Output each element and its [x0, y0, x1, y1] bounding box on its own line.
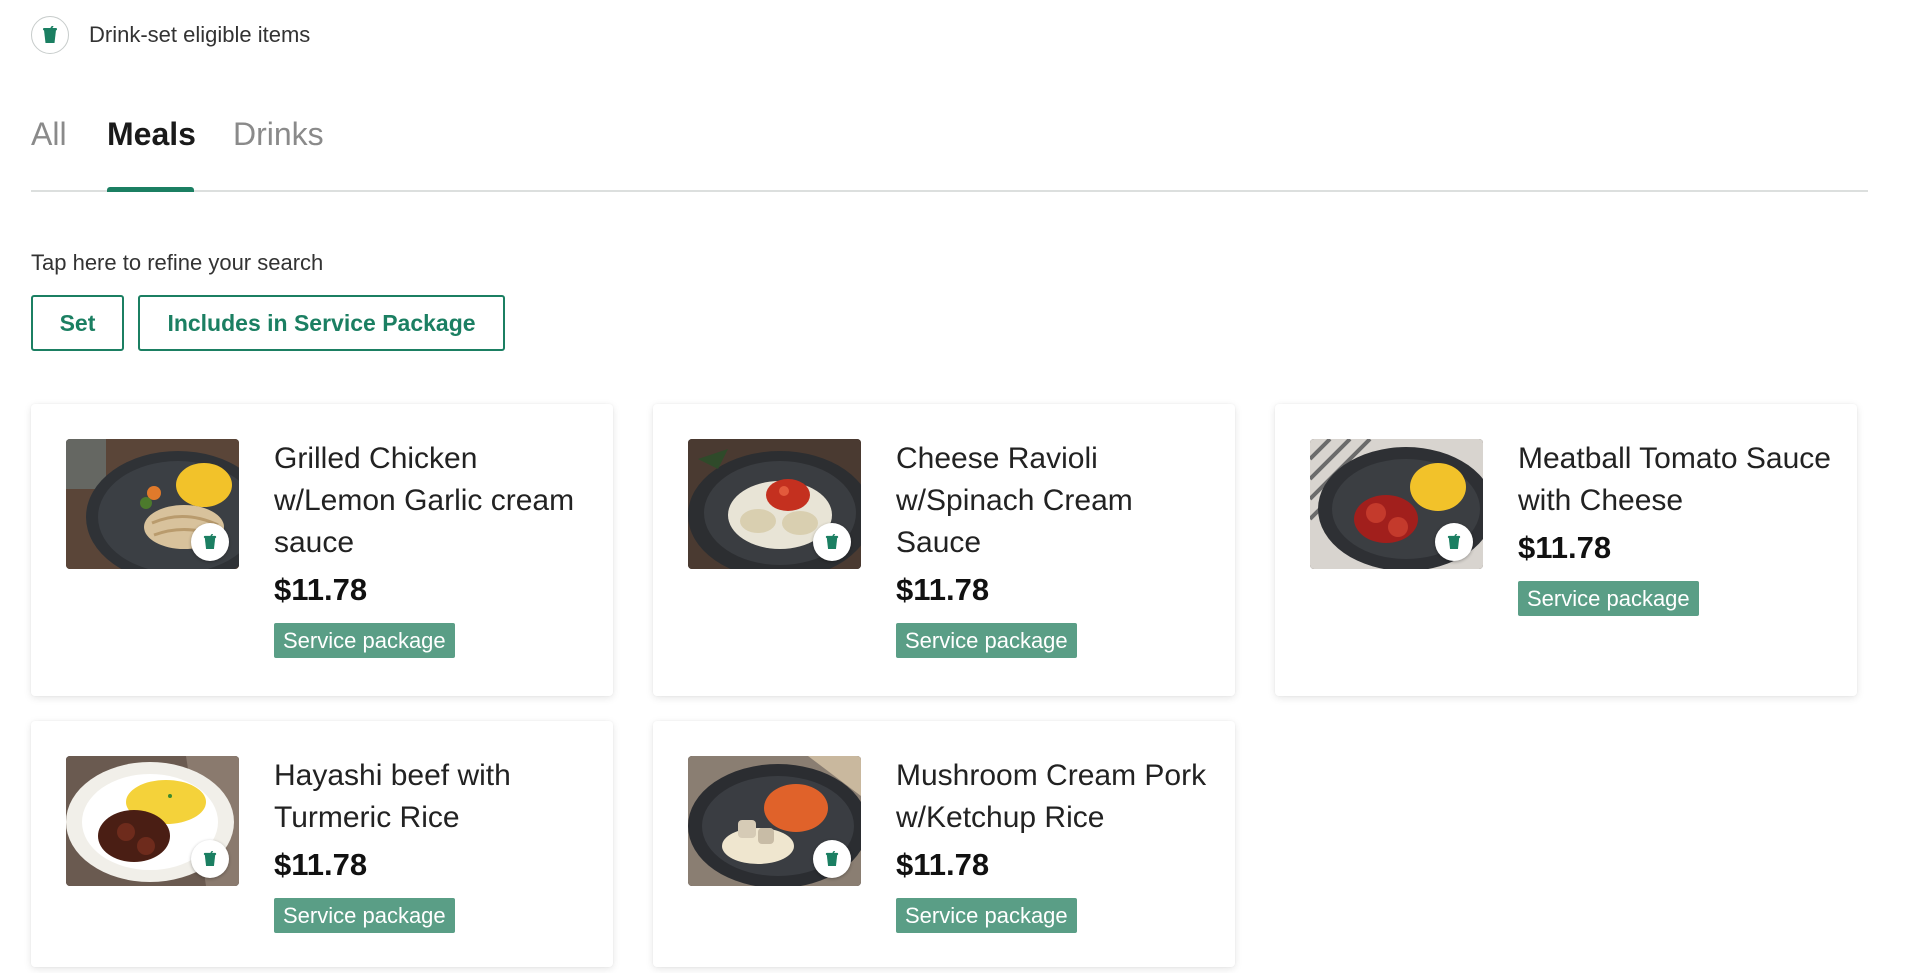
service-package-badge: Service package: [896, 898, 1077, 933]
service-package-badge: Service package: [896, 623, 1077, 658]
item-photo: [66, 756, 239, 886]
item-price: $11.78: [1518, 530, 1612, 565]
refine-search-label: Tap here to refine your search: [31, 250, 324, 275]
drink-cup-icon: [191, 523, 229, 561]
item-photo: [688, 756, 861, 886]
tab-all[interactable]: All: [31, 116, 67, 153]
item-name: Hayashi beef with Turmeric Rice: [274, 759, 511, 834]
item-name: Mushroom Cream Pork w/Ketchup Rice: [896, 759, 1207, 834]
item-photo: [66, 439, 239, 569]
filter-set-button[interactable]: Set: [31, 295, 124, 351]
drink-cup-icon: [813, 840, 851, 878]
service-package-badge: Service package: [274, 898, 455, 933]
item-name: Grilled Chicken w/Lemon Garlic cream sau…: [274, 442, 575, 559]
item-photo: [688, 439, 861, 569]
item-price: $11.78: [896, 847, 990, 882]
item-photo: [1310, 439, 1483, 569]
drink-set-legend: Drink-set eligible items: [31, 16, 310, 54]
menu-page: Drink-set eligible items All Meals Drink…: [0, 0, 1920, 973]
drink-cup-icon: [1435, 523, 1473, 561]
service-package-badge: Service package: [1518, 581, 1699, 616]
tab-drinks[interactable]: Drinks: [233, 116, 324, 153]
active-tab-indicator: [107, 187, 194, 192]
item-price: $11.78: [274, 847, 368, 882]
menu-item-card[interactable]: Cheese Ravioli w/Spinach Cream Sauce $11…: [653, 404, 1235, 696]
item-price: $11.78: [274, 572, 368, 607]
item-name: Cheese Ravioli w/Spinach Cream Sauce: [896, 442, 1133, 559]
drink-cup-icon: [813, 523, 851, 561]
menu-item-card[interactable]: Hayashi beef with Turmeric Rice $11.78 S…: [31, 721, 613, 967]
menu-item-card[interactable]: Meatball Tomato Sauce with Cheese $11.78…: [1275, 404, 1857, 696]
item-price: $11.78: [896, 572, 990, 607]
service-package-badge: Service package: [274, 623, 455, 658]
item-name: Meatball Tomato Sauce with Cheese: [1518, 442, 1831, 517]
tab-meals[interactable]: Meals: [107, 116, 196, 153]
legend-label: Drink-set eligible items: [89, 22, 311, 47]
drink-cup-icon: [191, 840, 229, 878]
menu-item-card[interactable]: Mushroom Cream Pork w/Ketchup Rice $11.7…: [653, 721, 1235, 967]
menu-item-card[interactable]: Grilled Chicken w/Lemon Garlic cream sau…: [31, 404, 613, 696]
drink-cup-icon: [31, 16, 69, 54]
category-tabs: All Meals Drinks: [31, 108, 1868, 192]
filter-service-package-button[interactable]: Includes in Service Package: [138, 295, 505, 351]
